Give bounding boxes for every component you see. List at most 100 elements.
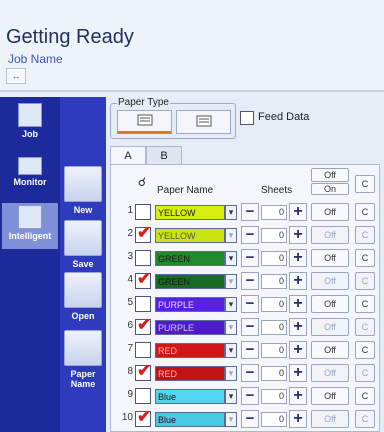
row-clear-button[interactable]: C (355, 272, 375, 290)
save-button[interactable]: Save (62, 220, 104, 269)
row-checkbox[interactable] (135, 388, 151, 404)
job-name[interactable]: Job Name (8, 52, 63, 66)
paper-name-field[interactable]: GREEN (155, 251, 225, 266)
nav-item-monitor[interactable]: Monitor (2, 155, 58, 201)
row-clear-button[interactable]: C (355, 318, 375, 336)
arrow-icon[interactable]: ↔ (6, 68, 26, 84)
col-header-sheets: Sheets (261, 185, 293, 196)
row-clear-button[interactable]: C (355, 295, 375, 313)
sheets-minus-button[interactable]: − (241, 341, 259, 359)
sheets-plus-button[interactable]: + (289, 364, 307, 382)
sheets-minus-button[interactable]: − (241, 226, 259, 244)
paper-name-field[interactable]: YELLOW (155, 205, 225, 220)
row-off-button[interactable]: Off (311, 387, 349, 405)
nav-item-job[interactable]: Job (2, 101, 58, 147)
sheets-field[interactable]: 0 (261, 320, 287, 335)
row-checkbox[interactable] (135, 296, 151, 312)
paper-type-stack-button[interactable] (117, 110, 172, 134)
paper-name-field[interactable]: GREEN (155, 274, 225, 289)
sheets-minus-button[interactable]: − (241, 364, 259, 382)
paper-name-dropdown[interactable]: ▾ (225, 389, 237, 404)
row-checkbox[interactable]: ✔ (135, 223, 151, 243)
row-off-button[interactable]: Off (311, 203, 349, 221)
sheets-plus-button[interactable]: + (289, 387, 307, 405)
sheets-plus-button[interactable]: + (289, 341, 307, 359)
sheets-plus-button[interactable]: + (289, 249, 307, 267)
sheets-plus-button[interactable]: + (289, 272, 307, 290)
nav-item-intelligent[interactable]: Intelligent (2, 203, 58, 249)
tab-b[interactable]: B (146, 146, 182, 164)
row-checkbox[interactable] (135, 342, 151, 358)
sheets-field[interactable]: 0 (261, 228, 287, 243)
paper-name-dropdown[interactable]: ▾ (225, 412, 237, 427)
paper-name-field[interactable]: PURPLE (155, 320, 225, 335)
row-clear-button[interactable]: C (355, 410, 375, 428)
row-checkbox[interactable] (135, 250, 151, 266)
new-button[interactable]: New (62, 166, 104, 215)
paper-name-dropdown[interactable]: ▾ (225, 205, 237, 220)
sheets-plus-button[interactable]: + (289, 226, 307, 244)
link-icon[interactable]: ☌ (138, 175, 146, 189)
paper-name-field[interactable]: YELLOW (155, 228, 225, 243)
paper-name-dropdown[interactable]: ▾ (225, 320, 237, 335)
sheets-field[interactable]: 0 (261, 251, 287, 266)
sheets-minus-button[interactable]: − (241, 272, 259, 290)
sheets-field[interactable]: 0 (261, 412, 287, 427)
paper-name-field[interactable]: RED (155, 366, 225, 381)
paper-name-field[interactable]: PURPLE (155, 297, 225, 312)
sheets-plus-button[interactable]: + (289, 203, 307, 221)
paper-name-field[interactable]: RED (155, 343, 225, 358)
sheets-field[interactable]: 0 (261, 389, 287, 404)
row-checkbox[interactable] (135, 204, 151, 220)
paper-name-dropdown[interactable]: ▾ (225, 343, 237, 358)
row-clear-button[interactable]: C (355, 226, 375, 244)
paper-name-field[interactable]: Blue (155, 389, 225, 404)
paper-name-dropdown[interactable]: ▾ (225, 274, 237, 289)
row-checkbox[interactable]: ✔ (135, 361, 151, 381)
intelligent-icon (18, 205, 42, 229)
sheets-field[interactable]: 0 (261, 297, 287, 312)
row-clear-button[interactable]: C (355, 387, 375, 405)
row-off-button[interactable]: Off (311, 318, 349, 336)
row-clear-button[interactable]: C (355, 203, 375, 221)
feed-data-checkbox[interactable] (240, 111, 254, 125)
row-off-button[interactable]: Off (311, 295, 349, 313)
row-clear-button[interactable]: C (355, 249, 375, 267)
row-clear-button[interactable]: C (355, 364, 375, 382)
row-off-button[interactable]: Off (311, 341, 349, 359)
all-on-button[interactable]: On (311, 183, 349, 195)
row-off-button[interactable]: Off (311, 364, 349, 382)
paper-name-dropdown[interactable]: ▾ (225, 297, 237, 312)
row-off-button[interactable]: Off (311, 226, 349, 244)
tab-a[interactable]: A (110, 146, 146, 165)
all-off-button[interactable]: Off (311, 168, 349, 182)
sheets-minus-button[interactable]: − (241, 249, 259, 267)
paper-name-dropdown[interactable]: ▾ (225, 228, 237, 243)
sheets-minus-button[interactable]: − (241, 410, 259, 428)
clear-all-button[interactable]: C (355, 175, 375, 193)
paper-name-field[interactable]: Blue (155, 412, 225, 427)
sheets-minus-button[interactable]: − (241, 387, 259, 405)
row-checkbox[interactable]: ✔ (135, 407, 151, 427)
paper-name-button[interactable]: Paper Name (62, 330, 104, 389)
paper-name-dropdown[interactable]: ▾ (225, 251, 237, 266)
sheets-plus-button[interactable]: + (289, 295, 307, 313)
paper-name-dropdown[interactable]: ▾ (225, 366, 237, 381)
row-checkbox[interactable]: ✔ (135, 269, 151, 289)
sheets-minus-button[interactable]: − (241, 295, 259, 313)
sheets-minus-button[interactable]: − (241, 318, 259, 336)
row-clear-button[interactable]: C (355, 341, 375, 359)
row-off-button[interactable]: Off (311, 410, 349, 428)
sheets-field[interactable]: 0 (261, 343, 287, 358)
row-off-button[interactable]: Off (311, 249, 349, 267)
paper-type-tab-button[interactable] (176, 110, 231, 134)
row-off-button[interactable]: Off (311, 272, 349, 290)
sheets-plus-button[interactable]: + (289, 318, 307, 336)
sheets-field[interactable]: 0 (261, 274, 287, 289)
sheets-plus-button[interactable]: + (289, 410, 307, 428)
row-checkbox[interactable]: ✔ (135, 315, 151, 335)
open-button[interactable]: Open (62, 272, 104, 321)
sheets-minus-button[interactable]: − (241, 203, 259, 221)
sheets-field[interactable]: 0 (261, 366, 287, 381)
sheets-field[interactable]: 0 (261, 205, 287, 220)
